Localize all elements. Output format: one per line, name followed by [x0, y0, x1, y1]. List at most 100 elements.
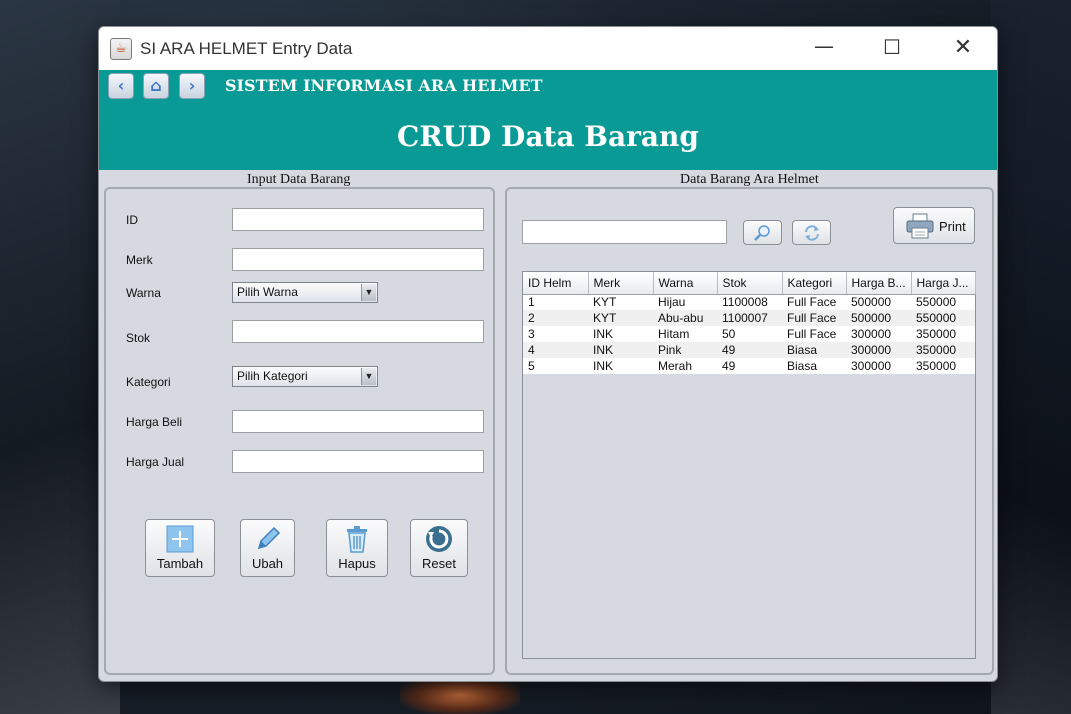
search-input[interactable] [522, 220, 727, 244]
table-cell: KYT [588, 294, 653, 310]
kategori-label: Kategori [126, 375, 171, 389]
table-cell: INK [588, 342, 653, 358]
table-cell: 3 [523, 326, 588, 342]
desktop-wallpaper-right [991, 0, 1071, 714]
kategori-selected-value: Pilih Kategori [237, 369, 308, 383]
data-table-scrollpane[interactable]: ID Helm Merk Warna Stok Kategori Harga B… [522, 271, 976, 659]
pencil-icon [257, 526, 280, 550]
table-cell: 500000 [846, 310, 911, 326]
title-bar[interactable]: ☕ SI ARA HELMET Entry Data — ☐ ✕ [99, 27, 997, 70]
column-header[interactable]: Kategori [782, 272, 847, 295]
table-cell: INK [588, 326, 653, 342]
dropdown-arrow-icon: ▼ [361, 284, 376, 301]
table-cell: 550000 [911, 310, 975, 326]
hapus-label: Hapus [338, 556, 376, 571]
window-title: SI ARA HELMET Entry Data [140, 38, 353, 58]
harga-jual-input[interactable] [232, 450, 484, 473]
id-label: ID [126, 213, 138, 227]
page-title: CRUD Data Barang [397, 120, 699, 153]
back-button[interactable]: ‹ [108, 73, 134, 99]
table-cell: 49 [717, 342, 782, 358]
warna-label: Warna [126, 286, 161, 300]
maximize-button[interactable]: ☐ [857, 27, 927, 70]
stok-label: Stok [126, 331, 151, 345]
table-cell: 1100008 [717, 294, 782, 310]
table-cell: 350000 [911, 326, 975, 342]
table-cell: 2 [523, 310, 588, 326]
trash-icon [347, 526, 367, 553]
table-cell: 50 [717, 326, 782, 342]
table-row[interactable]: 5 INK Merah 49 Biasa 300000 350000 [523, 358, 975, 374]
table-cell: 300000 [846, 326, 911, 342]
dropdown-arrow-icon: ▼ [361, 368, 376, 385]
table-cell: 300000 [846, 358, 911, 374]
harga-jual-label: Harga Jual [126, 455, 185, 469]
table-cell: 1 [523, 294, 588, 310]
print-button[interactable]: Print [893, 207, 975, 244]
column-header[interactable]: Warna [653, 272, 718, 295]
table-cell: 300000 [846, 342, 911, 358]
table-row[interactable]: 4 INK Pink 49 Biasa 300000 350000 [523, 342, 975, 358]
table-cell: Pink [653, 342, 717, 358]
merk-input[interactable] [232, 248, 484, 271]
table-cell: 4 [523, 342, 588, 358]
chevron-left-icon: ‹ [117, 76, 125, 95]
table-row[interactable]: 3 INK Hitam 50 Full Face 300000 350000 [523, 326, 975, 342]
table-cell: 49 [717, 358, 782, 374]
print-label: Print [939, 219, 966, 234]
home-button[interactable]: ⌂ [143, 73, 169, 99]
table-cell: 550000 [911, 294, 975, 310]
refresh-icon [426, 526, 452, 552]
app-header: ‹ ⌂ › SISTEM INFORMASI ARA HELMET CRUD D… [99, 70, 997, 170]
data-table[interactable]: ID Helm Merk Warna Stok Kategori Harga B… [523, 272, 976, 374]
warna-selected-value: Pilih Warna [237, 285, 298, 299]
input-panel: ID Merk Warna Pilih Warna ▼ Stok Kategor… [104, 187, 495, 675]
harga-beli-label: Harga Beli [126, 415, 183, 429]
table-cell: 1100007 [717, 310, 782, 326]
system-title: SISTEM INFORMASI ARA HELMET [225, 76, 543, 95]
table-cell: Hitam [653, 326, 717, 342]
table-row[interactable]: 2 KYT Abu-abu 1100007 Full Face 500000 5… [523, 310, 975, 326]
ubah-button[interactable]: Ubah [240, 519, 295, 577]
warna-select[interactable]: Pilih Warna ▼ [232, 282, 378, 303]
table-cell: 350000 [911, 358, 975, 374]
table-cell: 5 [523, 358, 588, 374]
column-header[interactable]: Harga J... [911, 272, 976, 295]
tambah-button[interactable]: Tambah [145, 519, 215, 577]
app-window: ☕ SI ARA HELMET Entry Data — ☐ ✕ ‹ ⌂ › S… [98, 26, 998, 682]
printer-icon [906, 213, 934, 239]
close-button[interactable]: ✕ [928, 27, 997, 70]
ubah-label: Ubah [251, 556, 284, 571]
table-row[interactable]: 1 KYT Hijau 1100008 Full Face 500000 550… [523, 294, 975, 310]
column-header[interactable]: ID Helm [523, 272, 589, 295]
hapus-button[interactable]: Hapus [326, 519, 388, 577]
form-section-title: Input Data Barang [247, 172, 351, 187]
table-cell: 500000 [846, 294, 911, 310]
plus-icon [166, 525, 194, 553]
table-cell: Hijau [653, 294, 717, 310]
id-input[interactable] [232, 208, 484, 231]
column-header[interactable]: Stok [717, 272, 783, 295]
table-cell: KYT [588, 310, 653, 326]
java-app-icon: ☕ [110, 37, 132, 60]
stok-input[interactable] [232, 320, 484, 343]
forward-button[interactable]: › [179, 73, 205, 99]
minimize-button[interactable]: — [789, 27, 859, 70]
reset-button[interactable]: Reset [410, 519, 468, 577]
kategori-select[interactable]: Pilih Kategori ▼ [232, 366, 378, 387]
reset-label: Reset [422, 556, 456, 571]
column-header[interactable]: Harga B... [846, 272, 912, 295]
table-cell: Full Face [782, 310, 846, 326]
table-cell: Full Face [782, 294, 846, 310]
refresh-button[interactable] [792, 220, 831, 245]
column-header[interactable]: Merk [588, 272, 654, 295]
search-button[interactable] [743, 220, 782, 245]
table-cell: Biasa [782, 358, 846, 374]
home-icon: ⌂ [150, 76, 162, 95]
harga-beli-input[interactable] [232, 410, 484, 433]
table-cell: Merah [653, 358, 717, 374]
table-header-row: ID Helm Merk Warna Stok Kategori Harga B… [523, 272, 976, 295]
table-panel: Print ID Helm Merk Warna Stok Kategori H… [505, 187, 994, 675]
sync-icon [804, 225, 819, 241]
table-cell: INK [588, 358, 653, 374]
